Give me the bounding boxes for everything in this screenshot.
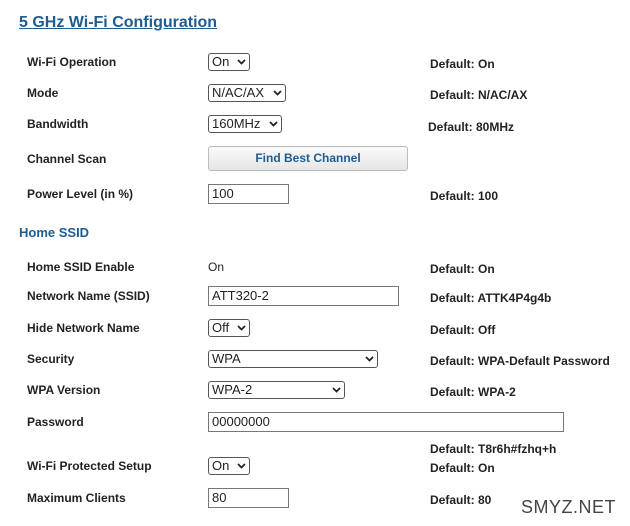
chevron-down-icon (331, 381, 341, 399)
network-name-label: Network Name (SSID) (27, 289, 150, 303)
security-default: Default: WPA-Default Password (430, 354, 610, 368)
bandwidth-select[interactable]: 160MHz (208, 115, 282, 133)
home-ssid-section-title: Home SSID (19, 225, 90, 240)
watermark: SMYZ.NET (520, 497, 616, 517)
wifi-operation-label: Wi-Fi Operation (27, 55, 117, 69)
hide-network-name-default: Default: Off (430, 323, 496, 337)
bandwidth-label: Bandwidth (27, 117, 89, 131)
wps-default: Default: On (430, 461, 495, 475)
hide-network-name-select[interactable]: Off (208, 319, 250, 337)
security-label: Security (27, 352, 75, 366)
max-clients-input[interactable]: 80 (208, 488, 289, 508)
bandwidth-value: 160MHz (212, 116, 261, 131)
power-level-input[interactable]: 100 (208, 184, 289, 204)
wps-select[interactable]: On (208, 457, 250, 475)
find-best-channel-button[interactable]: Find Best Channel (208, 146, 408, 171)
chevron-down-icon (236, 53, 246, 71)
security-value: WPA (212, 351, 241, 366)
home-ssid-enable-label: Home SSID Enable (27, 260, 135, 274)
wpa-version-value: WPA-2 (212, 382, 253, 397)
network-name-input[interactable]: ATT320-2 (208, 286, 399, 306)
chevron-down-icon (268, 115, 278, 133)
wifi-operation-select[interactable]: On (208, 53, 250, 71)
mode-default: Default: N/AC/AX (430, 88, 528, 102)
max-clients-label: Maximum Clients (27, 491, 126, 505)
chevron-down-icon (236, 457, 246, 475)
home-ssid-enable-value: On (208, 260, 225, 274)
mode-select[interactable]: N/AC/AX (208, 84, 286, 102)
wpa-version-label: WPA Version (27, 383, 101, 397)
power-level-label: Power Level (in %) (27, 187, 134, 201)
wifi-operation-value: On (212, 54, 230, 69)
network-name-default: Default: ATTK4P4g4b (430, 291, 552, 305)
chevron-down-icon (364, 350, 374, 368)
wifi-operation-default: Default: On (430, 57, 495, 71)
wpa-version-default: Default: WPA-2 (430, 385, 516, 399)
page-title: 5 GHz Wi-Fi Configuration (19, 14, 218, 31)
hide-network-name-value: Off (212, 320, 230, 335)
wpa-version-select[interactable]: WPA-2 (208, 381, 345, 399)
wps-label: Wi-Fi Protected Setup (27, 459, 152, 473)
power-level-default: Default: 100 (430, 189, 499, 203)
chevron-down-icon (272, 84, 282, 102)
wps-value: On (212, 458, 230, 473)
hide-network-name-label: Hide Network Name (27, 321, 140, 335)
home-ssid-enable-default: Default: On (430, 262, 495, 276)
max-clients-default: Default: 80 (430, 493, 492, 507)
bandwidth-default: Default: 80MHz (428, 120, 515, 134)
password-default: Default: T8r6h#fzhq+h (430, 442, 557, 456)
password-label: Password (27, 415, 84, 429)
password-input[interactable]: 00000000 (208, 412, 564, 432)
security-select[interactable]: WPA (208, 350, 378, 368)
channel-scan-label: Channel Scan (27, 152, 107, 166)
mode-label: Mode (27, 86, 59, 100)
mode-value: N/AC/AX (212, 85, 265, 100)
chevron-down-icon (236, 319, 246, 337)
